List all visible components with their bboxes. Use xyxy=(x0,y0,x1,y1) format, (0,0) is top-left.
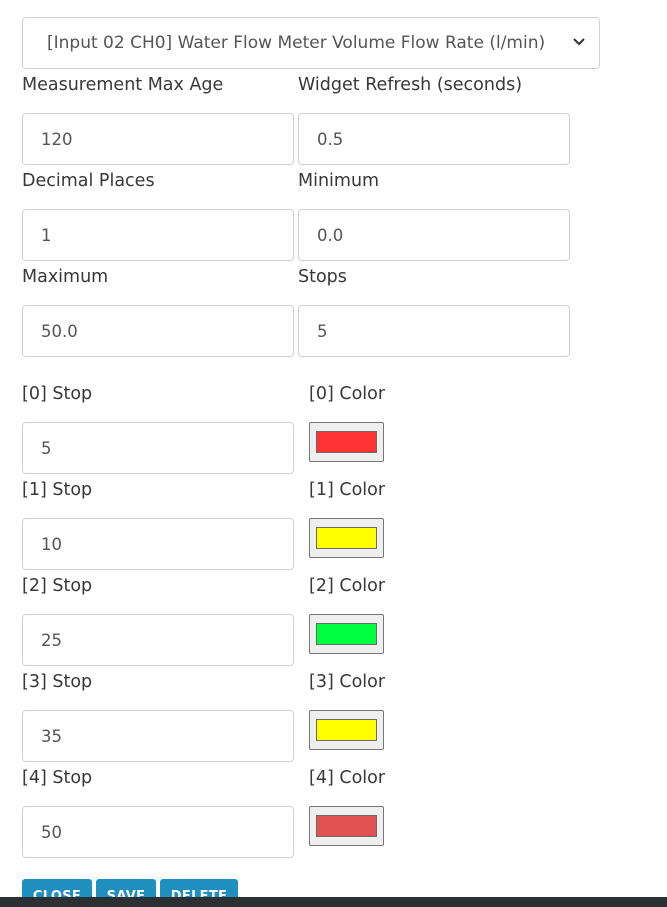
input-select-value: [Input 02 CH0] Water Flow Meter Volume F… xyxy=(47,33,546,53)
refresh-label: Widget Refresh (seconds) xyxy=(298,75,523,95)
stops-label: Stops xyxy=(298,267,347,287)
color-fill xyxy=(316,431,377,453)
stop-label: [0] Stop xyxy=(22,384,93,404)
refresh-value: 0.5 xyxy=(317,129,344,149)
stop-value: 10 xyxy=(41,534,62,554)
stop-label: [4] Stop xyxy=(22,768,93,788)
stop-value: 50 xyxy=(41,822,62,842)
color-label: [3] Color xyxy=(309,672,386,692)
max-age-label: Measurement Max Age xyxy=(22,75,224,95)
stops-value: 5 xyxy=(317,321,328,341)
color-fill xyxy=(316,719,377,741)
color-fill xyxy=(316,527,377,549)
bottom-bar xyxy=(0,897,667,907)
color-label: [4] Color xyxy=(309,768,386,788)
minimum-label: Minimum xyxy=(298,171,380,191)
color-label: [1] Color xyxy=(309,480,386,500)
maximum-input[interactable]: 50.0 xyxy=(22,305,294,357)
stop-label: [2] Stop xyxy=(22,576,93,596)
stop-value: 35 xyxy=(41,726,62,746)
stop-value: 5 xyxy=(41,438,52,458)
stop-input[interactable]: 50 xyxy=(22,806,294,858)
stop-label: [3] Stop xyxy=(22,672,93,692)
color-label: [0] Color xyxy=(309,384,386,404)
stop-input[interactable]: 10 xyxy=(22,518,294,570)
stops-input[interactable]: 5 xyxy=(298,305,570,357)
max-age-input[interactable]: 120 xyxy=(22,113,294,165)
decimal-input[interactable]: 1 xyxy=(22,209,294,261)
color-picker[interactable] xyxy=(309,422,384,462)
refresh-input[interactable]: 0.5 xyxy=(298,113,570,165)
input-select[interactable]: [Input 02 CH0] Water Flow Meter Volume F… xyxy=(22,17,600,69)
stop-input[interactable]: 5 xyxy=(22,422,294,474)
maximum-value: 50.0 xyxy=(41,321,78,341)
color-picker[interactable] xyxy=(309,614,384,654)
color-picker[interactable] xyxy=(309,518,384,558)
stop-input[interactable]: 35 xyxy=(22,710,294,762)
minimum-input[interactable]: 0.0 xyxy=(298,209,570,261)
color-fill xyxy=(316,815,377,837)
stop-value: 25 xyxy=(41,630,62,650)
color-picker[interactable] xyxy=(309,710,384,750)
decimal-value: 1 xyxy=(41,225,52,245)
stop-label: [1] Stop xyxy=(22,480,93,500)
minimum-value: 0.0 xyxy=(317,225,344,245)
color-label: [2] Color xyxy=(309,576,386,596)
color-picker[interactable] xyxy=(309,806,384,846)
chevron-down-icon xyxy=(573,38,585,46)
stop-input[interactable]: 25 xyxy=(22,614,294,666)
decimal-label: Decimal Places xyxy=(22,171,155,191)
maximum-label: Maximum xyxy=(22,267,109,287)
max-age-value: 120 xyxy=(41,129,73,149)
color-fill xyxy=(316,623,377,645)
